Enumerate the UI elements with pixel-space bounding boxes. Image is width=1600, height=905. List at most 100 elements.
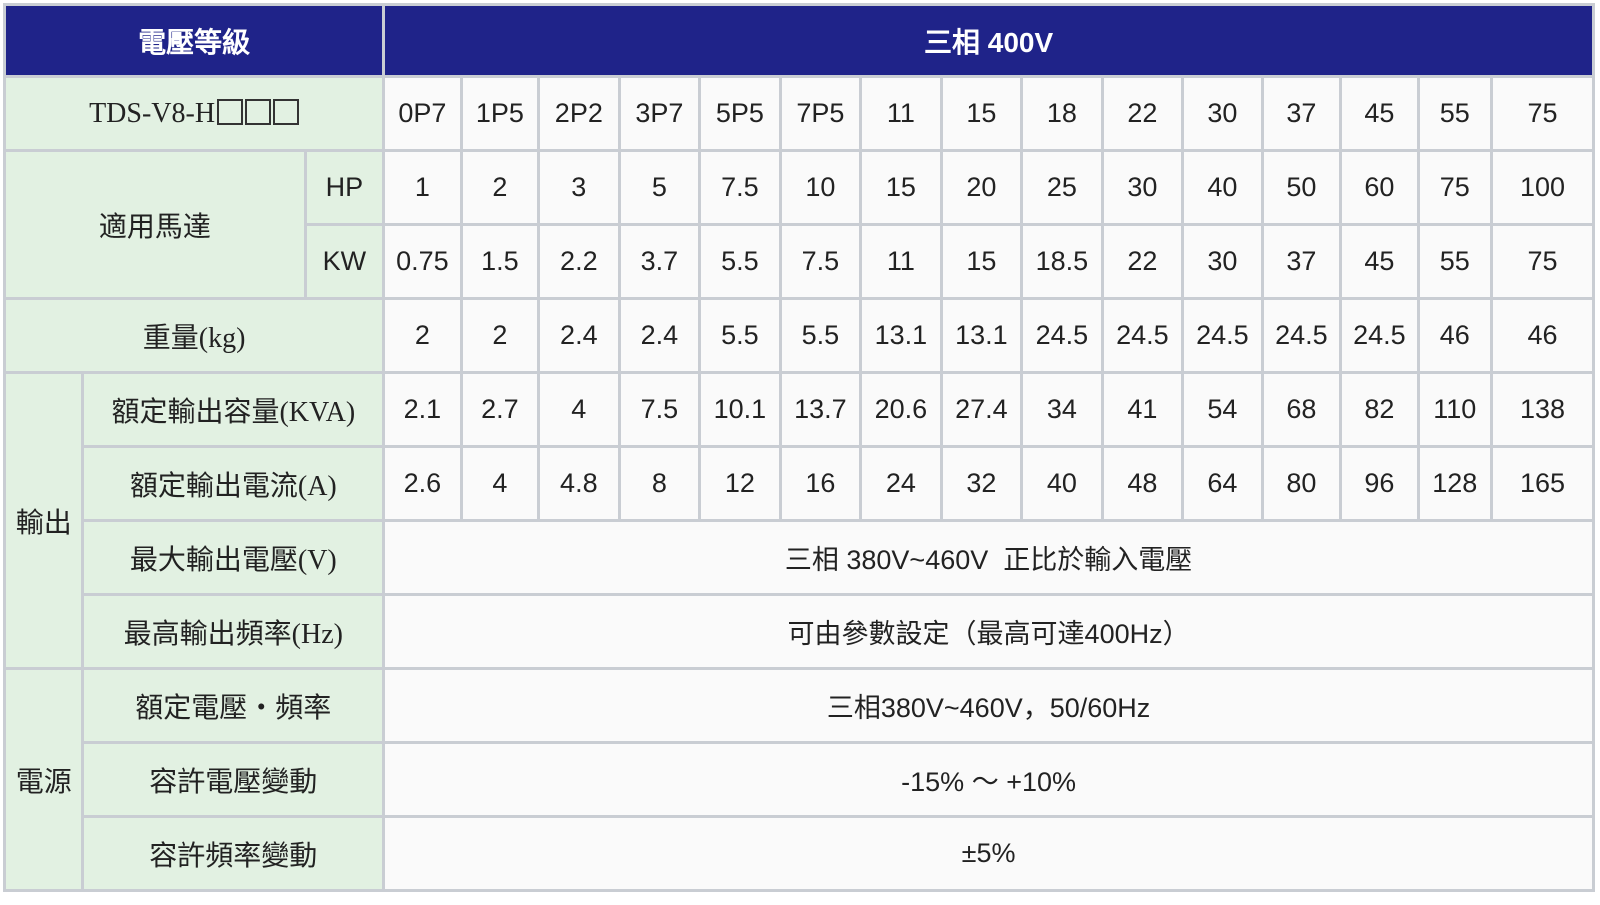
output-capacity-cell: 138 bbox=[1489, 371, 1596, 448]
spec-table-container: 電壓等級 三相 400V TDS-V8-H 0P7 1P5 2P2 3P7 5P5 7P5… bbox=[2, 3, 1596, 892]
output-current-cell: 12 bbox=[698, 445, 782, 522]
output-capacity-row: 輸出 額定輸出容量(KVA) 2.1 2.7 4 7.5 10.1 13.7 20.6 27.… bbox=[2, 371, 1596, 670]
weight-cell: 24.5 bbox=[1020, 297, 1104, 374]
output-capacity-cell: 41 bbox=[1100, 371, 1185, 448]
model-code-cell: 7P5 bbox=[778, 75, 863, 152]
motor-label: 適用馬達 bbox=[3, 149, 307, 300]
motor-hp-cell: 30 bbox=[1100, 149, 1185, 226]
motor-kw-cell: 15 bbox=[939, 223, 1024, 300]
model-row: TDS-V8-H 0P7 1P5 2P2 3P7 5P5 7P5 11 15 18 22 30 37 4… bbox=[2, 75, 1596, 152]
power-group-label: 電源 bbox=[2, 667, 85, 892]
output-capacity-cell: 2.7 bbox=[459, 371, 541, 448]
voltage-class-value: 三相 400V bbox=[382, 3, 1595, 78]
rated-voltage-row: 電源 額定電壓・頻率 三相380V~460V，50/60Hz bbox=[2, 667, 1595, 892]
output-current-row: 額定輸出電流(A) 2.6 4 4.8 8 12 16 24 32 40 48 64 80 96 128 1… bbox=[5, 445, 1596, 522]
output-capacity-cell: 13.7 bbox=[778, 371, 863, 448]
output-capacity-cell: 7.5 bbox=[617, 371, 702, 448]
kw-label: KW bbox=[303, 223, 386, 300]
motor-kw-cell: 2.2 bbox=[537, 223, 621, 300]
motor-kw-cell: 45 bbox=[1339, 223, 1420, 300]
weight-row: 重量(kg) 2 2 2.4 2.4 5.5 5.5 13.1 13.1 24.5 24.5 24.… bbox=[2, 297, 1596, 374]
weight-cell: 24.5 bbox=[1100, 297, 1185, 374]
output-current-cell: 2.6 bbox=[382, 445, 463, 522]
output-current-cell: 48 bbox=[1100, 445, 1185, 522]
motor-kw-cell: 7.5 bbox=[778, 223, 863, 300]
model-code-cell: 5P5 bbox=[698, 75, 782, 152]
motor-hp-cell: 40 bbox=[1181, 149, 1264, 226]
model-code-cell: 30 bbox=[1181, 75, 1264, 152]
output-current-cell: 128 bbox=[1416, 445, 1493, 522]
output-capacity-cell: 110 bbox=[1416, 371, 1493, 448]
model-code-cell: 0P7 bbox=[382, 75, 463, 152]
motor-kw-cell: 55 bbox=[1416, 223, 1493, 300]
model-code-cell: 1P5 bbox=[459, 75, 541, 152]
weight-cell: 24.5 bbox=[1260, 297, 1343, 374]
model-code-cell: 22 bbox=[1100, 75, 1185, 152]
motor-kw-cell: 11 bbox=[859, 223, 943, 300]
max-voltage-row: 最大輸出電壓(V) 三相 380V~460V 正比於輸入電壓 bbox=[5, 519, 1595, 596]
inverter-spec-table: 電壓等級 三相 400V TDS-V8-H 0P7 1P5 2P2 3P7 5P5 7P5… bbox=[2, 3, 1596, 892]
output-current-cell: 24 bbox=[859, 445, 943, 522]
output-capacity-cell: 4 bbox=[537, 371, 621, 448]
model-code-cell: 3P7 bbox=[617, 75, 702, 152]
weight-cell: 2 bbox=[382, 297, 463, 374]
frequency-tolerance-value: ±5% bbox=[382, 815, 1595, 892]
model-code-cell: 11 bbox=[859, 75, 943, 152]
model-code-cell: 45 bbox=[1339, 75, 1420, 152]
motor-hp-cell: 1 bbox=[382, 149, 463, 226]
output-capacity-cell: 20.6 bbox=[859, 371, 943, 448]
motor-hp-cell: 75 bbox=[1416, 149, 1493, 226]
output-current-cell: 64 bbox=[1181, 445, 1264, 522]
motor-hp-cell: 100 bbox=[1489, 149, 1596, 226]
model-code-cell: 75 bbox=[1489, 75, 1596, 152]
output-current-label: 額定輸出電流(A) bbox=[81, 445, 386, 522]
weight-cell: 2.4 bbox=[537, 297, 621, 374]
output-capacity-label: 額定輸出容量(KVA) bbox=[81, 371, 386, 448]
output-capacity-cell: 2.1 bbox=[382, 371, 463, 448]
motor-hp-cell: 20 bbox=[939, 149, 1024, 226]
voltage-tolerance-value: -15% ～ +10% bbox=[382, 741, 1595, 818]
weight-cell: 2.4 bbox=[617, 297, 702, 374]
frequency-tolerance-label: 容許頻率變動 bbox=[81, 815, 386, 892]
motor-kw-cell: 22 bbox=[1100, 223, 1185, 300]
rated-voltage-value: 三相380V~460V，50/60Hz bbox=[382, 667, 1595, 744]
output-current-cell: 4 bbox=[459, 445, 541, 522]
max-voltage-value: 三相 380V~460V 正比於輸入電壓 bbox=[382, 519, 1595, 596]
model-code-cell: 18 bbox=[1020, 75, 1104, 152]
weight-cell: 24.5 bbox=[1181, 297, 1264, 374]
voltage-class-label: 電壓等級 bbox=[2, 3, 386, 78]
header-row: 電壓等級 三相 400V bbox=[2, 3, 1595, 78]
model-placeholder-boxes bbox=[215, 98, 300, 129]
max-frequency-value: 可由參數設定（最高可達400Hz） bbox=[382, 593, 1595, 670]
motor-kw-cell: 1.5 bbox=[459, 223, 541, 300]
weight-cell: 5.5 bbox=[698, 297, 782, 374]
weight-cell: 13.1 bbox=[939, 297, 1024, 374]
output-group-label: 輸出 bbox=[2, 371, 85, 670]
motor-hp-cell: 3 bbox=[537, 149, 621, 226]
motor-kw-cell: 30 bbox=[1181, 223, 1264, 300]
motor-hp-cell: 50 bbox=[1260, 149, 1343, 226]
weight-cell: 46 bbox=[1416, 297, 1493, 374]
weight-cell: 46 bbox=[1489, 297, 1596, 374]
output-capacity-cell: 82 bbox=[1339, 371, 1420, 448]
max-frequency-label: 最高輸出頻率(Hz) bbox=[81, 593, 386, 670]
motor-hp-cell: 7.5 bbox=[698, 149, 782, 226]
model-code-cell: 2P2 bbox=[537, 75, 621, 152]
weight-cell: 2 bbox=[459, 297, 541, 374]
output-capacity-cell: 54 bbox=[1181, 371, 1264, 448]
weight-cell: 24.5 bbox=[1339, 297, 1420, 374]
rated-voltage-label: 額定電壓・頻率 bbox=[81, 667, 386, 744]
output-current-cell: 96 bbox=[1339, 445, 1420, 522]
motor-kw-cell: 3.7 bbox=[617, 223, 702, 300]
voltage-tolerance-label: 容許電壓變動 bbox=[81, 741, 386, 818]
motor-kw-cell: 18.5 bbox=[1020, 223, 1104, 300]
motor-hp-cell: 60 bbox=[1339, 149, 1420, 226]
output-current-cell: 32 bbox=[939, 445, 1024, 522]
model-code-cell: 15 bbox=[939, 75, 1024, 152]
model-code-cell: 55 bbox=[1416, 75, 1493, 152]
motor-hp-cell: 2 bbox=[459, 149, 541, 226]
frequency-tolerance-row: 容許頻率變動 ±5% bbox=[5, 815, 1595, 892]
motor-kw-cell: 75 bbox=[1489, 223, 1596, 300]
model-placeholder-box bbox=[273, 98, 300, 125]
output-current-cell: 8 bbox=[617, 445, 702, 522]
